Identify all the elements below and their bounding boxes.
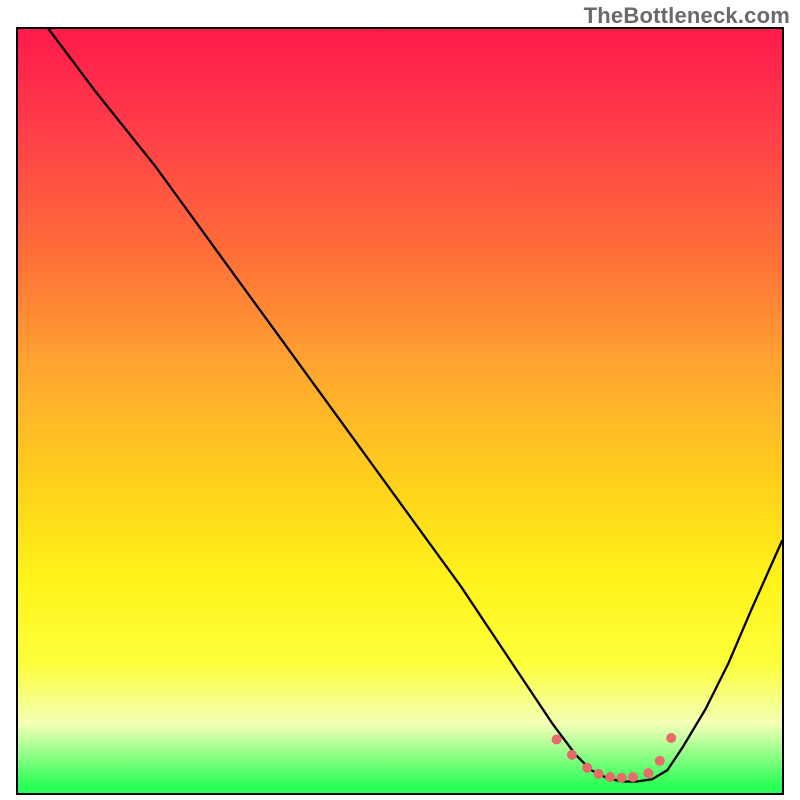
marker-dot bbox=[582, 763, 592, 773]
chart-container: TheBottleneck.com bbox=[0, 0, 800, 800]
marker-dot bbox=[617, 773, 627, 783]
marker-dot bbox=[567, 750, 577, 760]
marker-dot bbox=[594, 769, 604, 779]
marker-dot bbox=[552, 735, 562, 745]
marker-dot bbox=[655, 756, 665, 766]
bottleneck-curve-svg bbox=[18, 29, 782, 793]
bottleneck-curve-path bbox=[49, 29, 782, 782]
plot-area bbox=[16, 27, 784, 795]
watermark-text: TheBottleneck.com bbox=[584, 3, 790, 29]
marker-dot bbox=[666, 733, 676, 743]
marker-dot bbox=[643, 768, 653, 778]
marker-dot bbox=[628, 772, 638, 782]
marker-dot bbox=[605, 772, 615, 782]
